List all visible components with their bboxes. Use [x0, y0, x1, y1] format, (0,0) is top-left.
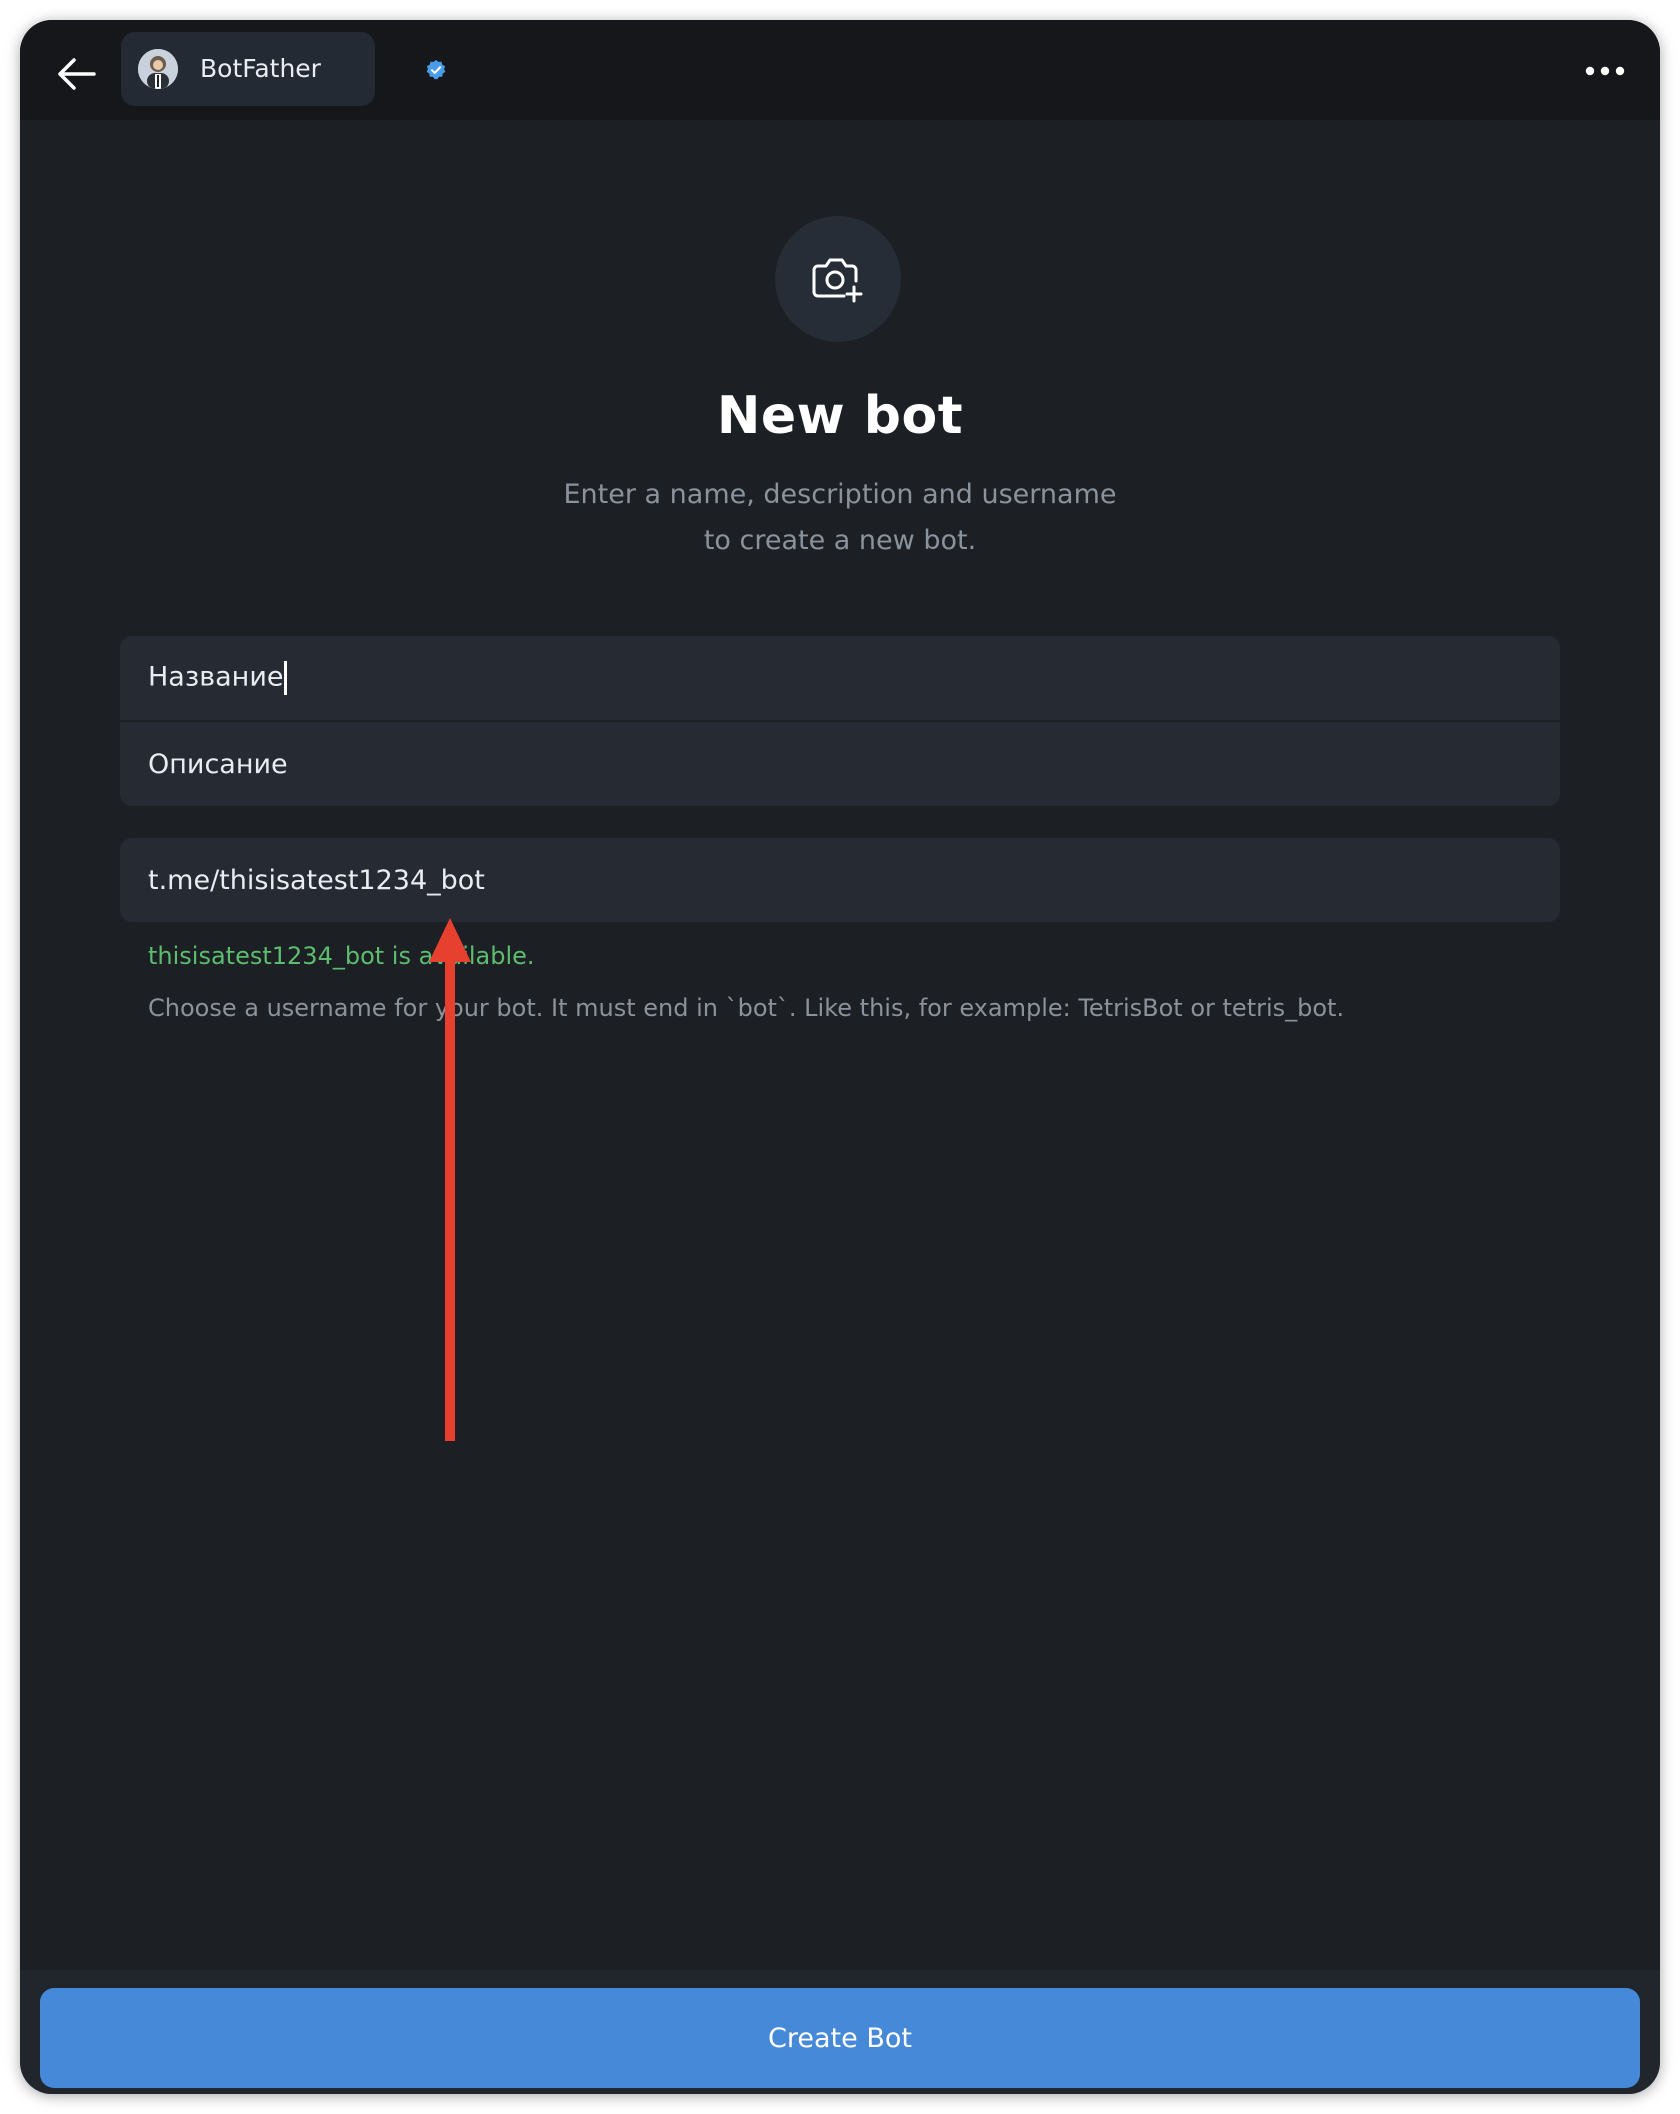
name-field[interactable]: Название [120, 636, 1560, 720]
more-options-button[interactable] [1580, 54, 1630, 88]
name-description-group: Название Описание [120, 636, 1560, 806]
text-caret [284, 661, 288, 695]
new-bot-window: BotFather New bot Enter a name, descript… [20, 20, 1660, 2094]
camera-add-icon [812, 258, 863, 303]
top-bar: BotFather [20, 20, 1660, 120]
more-horizontal-icon [1585, 66, 1625, 76]
verified-badge-icon [426, 59, 446, 80]
subtitle-line-2: to create a new bot. [703, 525, 977, 556]
avatar [138, 49, 178, 89]
arrow-left-icon [58, 58, 96, 90]
new-bot-form: New bot Enter a name, description and us… [20, 120, 1660, 1970]
username-hint: Choose a username for your bot. It must … [148, 994, 1345, 1022]
bot-name: BotFather [200, 54, 321, 83]
annotation-arrow-icon [429, 918, 471, 1441]
set-photo-button[interactable] [775, 216, 901, 342]
page-subtitle: Enter a name, description and username t… [540, 472, 1140, 564]
create-bot-button[interactable]: Create Bot [40, 1988, 1640, 2088]
back-button[interactable] [48, 46, 104, 102]
footer-bar: Create Bot [20, 1970, 1660, 2094]
description-field[interactable]: Описание [120, 722, 1560, 806]
username-field[interactable]: t.me/thisisatest1234_bot [120, 838, 1560, 922]
name-field-value: Название [148, 661, 288, 695]
username-field-value: t.me/thisisatest1234_bot [148, 864, 485, 896]
subtitle-line-1: Enter a name, description and username [563, 479, 1117, 510]
bot-profile-chip[interactable]: BotFather [121, 32, 446, 106]
page-title: New bot [716, 386, 964, 446]
description-field-value: Описание [148, 748, 288, 780]
